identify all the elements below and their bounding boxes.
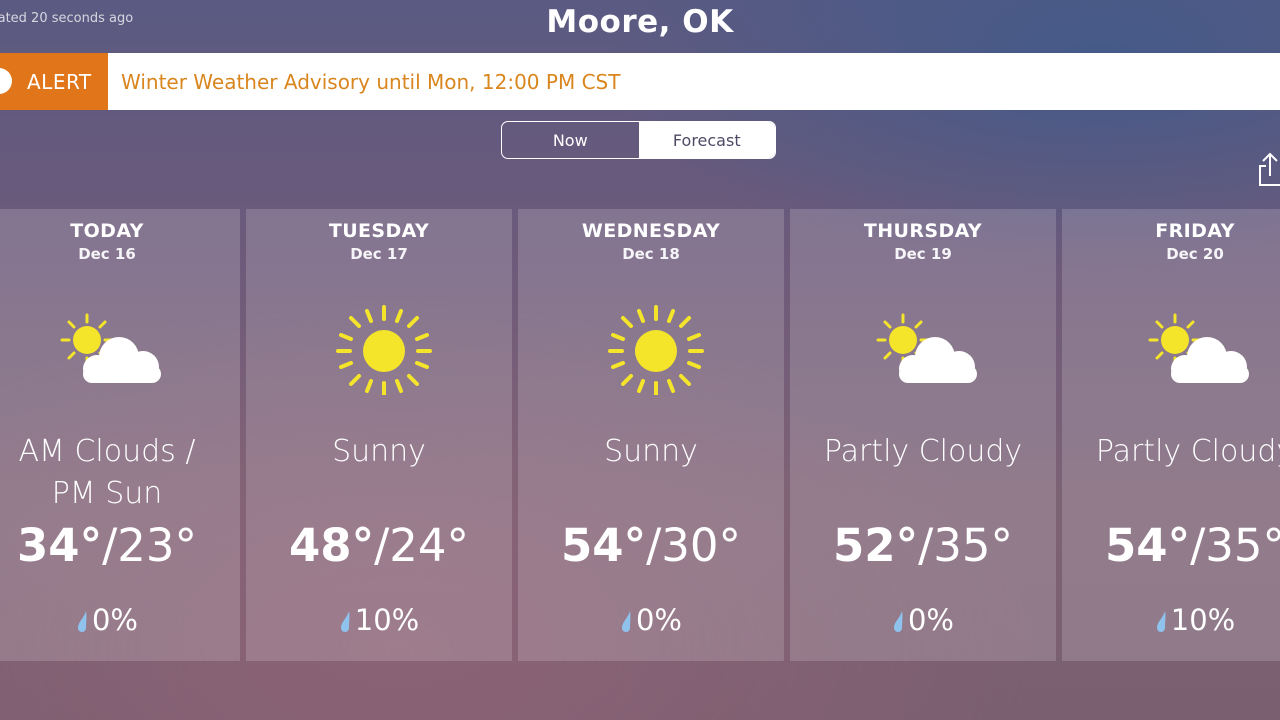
sunny-icon xyxy=(608,305,704,395)
forecast-card-wednesday[interactable]: WEDNESDAY Dec 18 Sunny 54°/30° 0% xyxy=(518,209,784,661)
alert-icon xyxy=(0,68,12,94)
sunny-icon xyxy=(336,305,432,395)
partly-cloudy-icon xyxy=(876,313,977,383)
raindrop-icon xyxy=(893,611,903,632)
condition-line-2: PM Sun xyxy=(51,476,163,511)
condition-text: Sunny xyxy=(246,431,512,473)
high-temp: 34° xyxy=(16,519,103,572)
condition-line-1: Partly Cloudy xyxy=(1095,434,1280,469)
low-temp: /23° xyxy=(102,519,198,572)
high-temp: 52° xyxy=(832,519,919,572)
date-label: Dec 18 xyxy=(622,245,680,263)
low-temp: /30° xyxy=(646,519,742,572)
forecast-card-thursday[interactable]: THURSDAY Dec 19 Partly Cloudy 52°/35° 0% xyxy=(790,209,1056,661)
alert-tag: ALERT xyxy=(0,53,108,110)
condition-line-1: Sunny xyxy=(604,434,698,469)
city-title: Moore, OK xyxy=(546,4,734,40)
day-label: TODAY xyxy=(70,220,144,242)
low-temp: /35° xyxy=(1190,519,1280,572)
share-icon[interactable] xyxy=(1258,150,1280,186)
condition-line-1: AM Clouds / xyxy=(18,434,196,469)
partly-cloudy-icon xyxy=(60,313,161,383)
forecast-cards: TODAY Dec 16 AM Clouds / PM Sun 34°/23° … xyxy=(0,209,1280,661)
precipitation: 0% xyxy=(0,603,240,637)
raindrop-icon xyxy=(1156,611,1166,632)
raindrop-icon xyxy=(77,611,87,632)
day-label: THURSDAY xyxy=(863,220,983,242)
condition-text: Sunny xyxy=(518,431,784,473)
temperature: 34°/23° xyxy=(0,519,240,572)
precipitation: 10% xyxy=(246,603,512,637)
high-temp: 54° xyxy=(1104,519,1191,572)
forecast-card-tuesday[interactable]: TUESDAY Dec 17 Sunny 48°/24° 10% xyxy=(246,209,512,661)
partly-cloudy-icon xyxy=(1148,313,1249,383)
precipitation: 0% xyxy=(518,603,784,637)
day-label: TUESDAY xyxy=(328,220,430,242)
date-label: Dec 20 xyxy=(1166,245,1224,263)
condition-line-1: Partly Cloudy xyxy=(823,434,1023,469)
forecast-card-friday[interactable]: FRIDAY Dec 20 Partly Cloudy 54°/35° 10% xyxy=(1062,209,1280,661)
high-temp: 48° xyxy=(288,519,375,572)
precipitation: 0% xyxy=(790,603,1056,637)
condition-text: AM Clouds / PM Sun xyxy=(0,431,240,515)
precip-chance: 10% xyxy=(354,603,420,637)
alert-text: Winter Weather Advisory until Mon, 12:00… xyxy=(121,69,621,94)
date-label: Dec 16 xyxy=(78,245,136,263)
raindrop-icon xyxy=(340,611,350,632)
date-label: Dec 19 xyxy=(894,245,952,263)
day-label: FRIDAY xyxy=(1155,220,1235,242)
tab-now[interactable]: Now xyxy=(502,122,639,158)
precip-chance: 0% xyxy=(907,603,954,637)
low-temp: /35° xyxy=(918,519,1014,572)
condition-line-1: Sunny xyxy=(332,434,426,469)
weather-alert-banner[interactable]: ALERT Winter Weather Advisory until Mon,… xyxy=(0,53,1280,110)
alert-label: ALERT xyxy=(27,69,92,94)
date-label: Dec 17 xyxy=(350,245,408,263)
precip-chance: 10% xyxy=(1170,603,1236,637)
temperature: 52°/35° xyxy=(790,519,1056,572)
forecast-card-today[interactable]: TODAY Dec 16 AM Clouds / PM Sun 34°/23° … xyxy=(0,209,240,661)
view-segmented-control: Now Forecast xyxy=(501,121,776,159)
precip-chance: 0% xyxy=(91,603,138,637)
raindrop-icon xyxy=(621,611,631,632)
temperature: 48°/24° xyxy=(246,519,512,572)
temperature: 54°/30° xyxy=(518,519,784,572)
precip-chance: 0% xyxy=(635,603,682,637)
condition-text: Partly Cloudy xyxy=(790,431,1056,473)
condition-text: Partly Cloudy xyxy=(1062,431,1280,473)
temperature: 54°/35° xyxy=(1062,519,1280,572)
high-temp: 54° xyxy=(560,519,647,572)
low-temp: /24° xyxy=(374,519,470,572)
day-label: WEDNESDAY xyxy=(581,220,721,242)
tab-forecast[interactable]: Forecast xyxy=(638,122,775,158)
precipitation: 10% xyxy=(1062,603,1280,637)
